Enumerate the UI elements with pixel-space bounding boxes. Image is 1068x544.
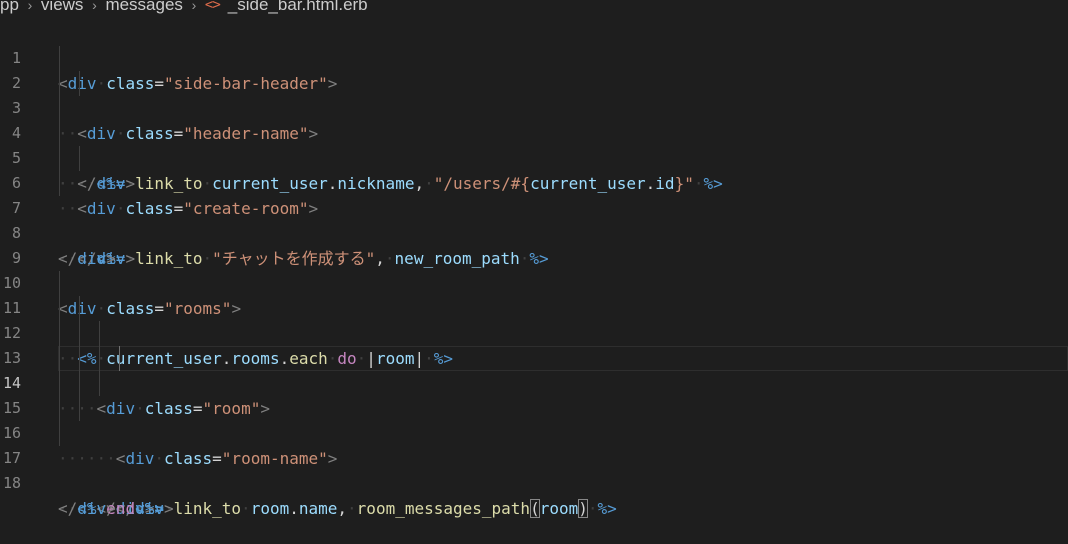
code-line[interactable]: 1 <div·class="side-bar-header"> [0, 21, 1068, 93]
line-number: 18 [2, 474, 21, 492]
chevron-right-icon: › [191, 0, 197, 13]
code-line[interactable]: 16 ····</div> [0, 396, 1068, 518]
indent-guide [59, 146, 60, 171]
breadcrumb-item-messages[interactable]: messages [105, 0, 182, 13]
indent-guide [59, 121, 60, 146]
line-number: 13 [2, 349, 21, 367]
indent-guide [79, 146, 80, 171]
indent-guide [59, 396, 60, 421]
indent-guide [59, 321, 60, 346]
indent-guide [59, 271, 60, 296]
indent-guide-active [119, 346, 120, 371]
code-line[interactable]: 6 ····<%=·link_to·"チャットを作成する",·new_room_… [0, 146, 1068, 268]
indent-guide [59, 296, 60, 321]
breadcrumb-item-file[interactable]: _side_bar.html.erb [228, 0, 368, 13]
code-line[interactable]: 4 ··</div> [0, 96, 1068, 193]
indent-guide [99, 321, 100, 346]
breadcrumb: pp › views › messages › <> _side_bar.htm… [0, 0, 1068, 19]
breadcrumb-item-views[interactable]: views [41, 0, 84, 13]
indent-guide [59, 371, 60, 396]
code-line[interactable]: 15 ······</div> [0, 371, 1068, 518]
bracket-match-open: ( [530, 499, 540, 518]
indent-guide [79, 296, 80, 321]
code-line[interactable]: 8 </div> [0, 196, 1068, 268]
code-editor[interactable]: 1 <div·class="side-bar-header"> 2 ··<div… [0, 21, 1068, 518]
code-line[interactable]: 17 ··<%·end·%> [0, 421, 1068, 518]
indent-guide [59, 346, 60, 371]
erb-file-icon: <> [204, 0, 221, 13]
code-line[interactable]: 12 ····<div·class="room"> [0, 296, 1068, 418]
code-line[interactable]: 10 <div·class="rooms"> [0, 246, 1068, 318]
indent-guide [79, 346, 80, 371]
code-line[interactable]: 7 ··</div> [0, 171, 1068, 268]
indent-guide [79, 371, 80, 396]
code-line[interactable]: 13 ······<div·class="room-name"> [0, 321, 1068, 468]
code-line[interactable]: 5 ··<div·class="create-room"> [0, 121, 1068, 218]
code-line[interactable]: 11 ··<%·current_user.rooms.each·do·|room… [0, 271, 1068, 368]
indent-guide [59, 71, 60, 96]
indent-guide [59, 96, 60, 121]
code-line[interactable]: 3 ····<%=·link_to·current_user.nickname,… [0, 71, 1068, 193]
code-line-current[interactable]: 14 ········<%=·link_to·room.name,·room_m… [3, 346, 1068, 518]
indent-guide [59, 46, 60, 71]
indent-guide [59, 171, 60, 196]
chevron-right-icon: › [92, 0, 97, 13]
chevron-right-icon: › [27, 0, 33, 13]
indent-guide [99, 371, 100, 396]
indent-guide [79, 396, 80, 421]
indent-guide [79, 71, 80, 96]
indent-guide [99, 346, 100, 371]
bracket-match-close: ) [578, 499, 588, 518]
indent-guide [79, 321, 80, 346]
indent-guide [59, 421, 60, 446]
breadcrumb-item-app[interactable]: pp [0, 0, 19, 13]
code-line[interactable]: 9 [0, 221, 1068, 267]
code-line[interactable]: 2 ··<div·class="header-name"> [0, 46, 1068, 143]
code-line[interactable]: 18 </div> [0, 446, 1068, 518]
code-content: </div> [58, 499, 116, 518]
